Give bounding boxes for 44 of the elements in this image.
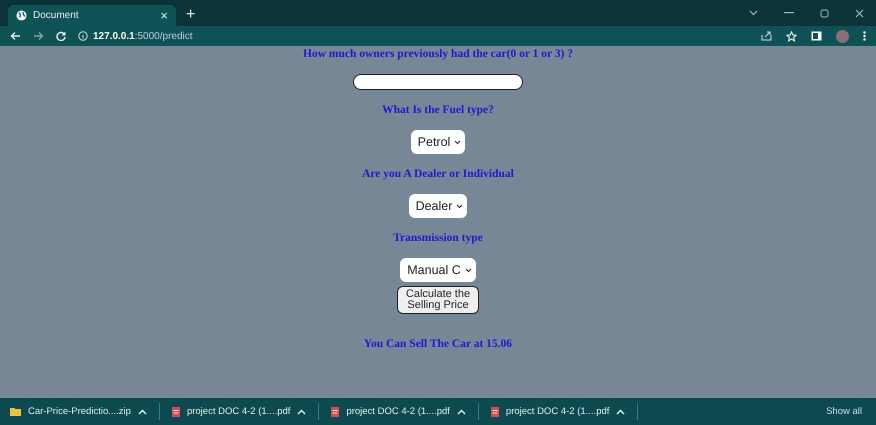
browser-tab[interactable]: Document × bbox=[8, 5, 176, 26]
dropdown[interactable]: Petrol bbox=[410, 130, 466, 154]
reload-icon[interactable] bbox=[56, 31, 66, 41]
calculate-button[interactable]: Calculate the Selling Price bbox=[397, 286, 479, 314]
question-label: How much owners previously had the car(0 or 1 or 3) ? bbox=[303, 48, 573, 60]
download-item[interactable]: Car-Price-Predictio....zip bbox=[28, 406, 131, 417]
chevron-down-icon bbox=[456, 204, 464, 208]
dropdown[interactable]: Dealer bbox=[408, 194, 468, 218]
pdf-file-icon bbox=[490, 406, 499, 416]
owners-input-field[interactable] bbox=[353, 74, 523, 90]
star-icon[interactable] bbox=[786, 30, 797, 42]
address-bar-url[interactable]: 127.0.0.1:5000/predict bbox=[93, 30, 193, 42]
restore-icon[interactable] bbox=[820, 8, 829, 18]
chevron-up-icon[interactable] bbox=[297, 408, 306, 414]
chevron-up-icon[interactable] bbox=[456, 408, 466, 414]
close-tab-button[interactable]: × bbox=[160, 8, 168, 23]
question-label: What Is the Fuel type? bbox=[382, 104, 494, 116]
pdf-file-icon bbox=[172, 406, 180, 416]
download-item[interactable]: project DOC 4-2 (1....pdf bbox=[186, 406, 290, 417]
result-text: You Can Sell The Car at 15.06 bbox=[364, 338, 512, 350]
chevron-down-icon bbox=[454, 140, 462, 144]
globe-icon bbox=[16, 10, 27, 21]
question-label: Transmission type bbox=[393, 232, 483, 244]
minimize-icon[interactable] bbox=[784, 12, 794, 14]
dropdown[interactable]: Manual C bbox=[400, 258, 476, 282]
chevron-up-icon[interactable] bbox=[138, 408, 147, 414]
question-label: Are you A Dealer or Individual bbox=[362, 168, 514, 180]
pdf-file-icon bbox=[331, 406, 340, 416]
close-icon[interactable] bbox=[855, 8, 864, 18]
menu-icon[interactable] bbox=[863, 31, 866, 41]
back-arrow-icon[interactable] bbox=[10, 31, 21, 41]
chevron-down-icon bbox=[464, 268, 472, 272]
folder-icon bbox=[10, 408, 21, 416]
share-icon[interactable] bbox=[761, 31, 772, 41]
download-item[interactable]: project DOC 4-2 (1....pdf bbox=[346, 406, 450, 417]
sidebar-icon[interactable] bbox=[811, 31, 822, 41]
show-all-button[interactable]: Show all bbox=[826, 406, 862, 417]
info-icon[interactable] bbox=[78, 31, 88, 41]
forward-arrow-icon[interactable] bbox=[33, 31, 44, 41]
download-item[interactable]: project DOC 4-2 (1....pdf bbox=[506, 406, 610, 417]
new-tab-button[interactable]: + bbox=[186, 6, 196, 24]
chevron-up-icon[interactable] bbox=[616, 408, 626, 414]
tab-title: Document bbox=[33, 10, 80, 21]
chevron-down-icon[interactable] bbox=[749, 10, 758, 16]
